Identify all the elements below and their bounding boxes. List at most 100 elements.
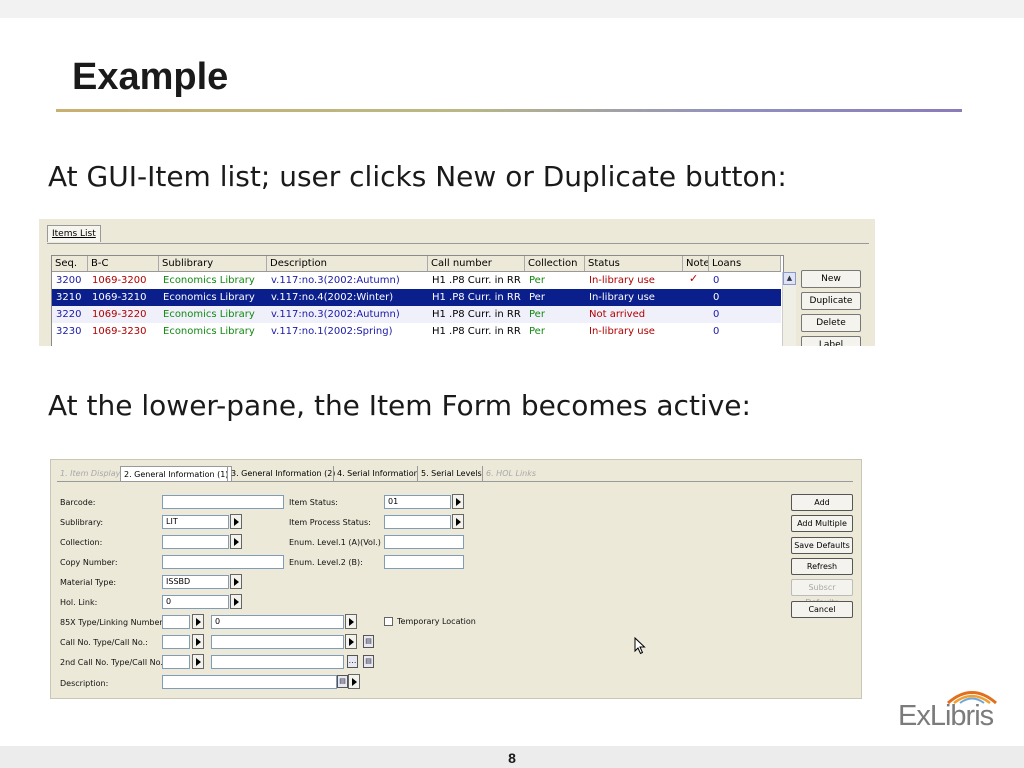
tab-general-info-1[interactable]: 2. General Information (1) <box>120 466 233 482</box>
material-type-label: Material Type: <box>60 578 117 587</box>
copy-number-field[interactable] <box>162 555 284 569</box>
collection-arrow-icon[interactable] <box>230 534 242 549</box>
add-button[interactable]: Add <box>791 494 853 511</box>
linking-number-field[interactable]: 0 <box>211 615 344 629</box>
temporary-location-checkbox[interactable] <box>384 617 393 626</box>
cell-sublibrary: Economics Library <box>163 275 255 286</box>
cell-description: v.117:no.1(2002:Spring) <box>271 326 393 337</box>
table-row[interactable]: 3200 1069-3200 Economics Library v.117:n… <box>52 272 781 289</box>
item-status-arrow-icon[interactable] <box>452 494 464 509</box>
cell-bc: 1069-3220 <box>92 309 147 320</box>
temporary-location-label: Temporary Location <box>397 617 476 626</box>
table-row-selected[interactable]: 3210 1069-3210 Economics Library v.117:n… <box>52 289 781 306</box>
cell-call-number: H1 .P8 Curr. in RR <box>432 309 521 320</box>
col-description[interactable]: Description <box>267 256 428 271</box>
call-no-type-field[interactable] <box>162 635 190 649</box>
collection-label: Collection: <box>60 538 103 547</box>
col-status[interactable]: Status <box>585 256 683 271</box>
call-no-type-arrow-icon[interactable] <box>192 634 204 649</box>
item-process-status-arrow-icon[interactable] <box>452 514 464 529</box>
linking-number-arrow-icon[interactable] <box>345 614 357 629</box>
call-no-label: Call No. Type/Call No.: <box>60 638 148 647</box>
call-no-2-type-field[interactable] <box>162 655 190 669</box>
tab-general-info-2[interactable]: 3. General Information (2) <box>227 466 338 481</box>
col-seq[interactable]: Seq. <box>52 256 88 271</box>
item-process-status-label: Item Process Status: <box>289 518 371 527</box>
subscr-defaults-button: Subscr Defaults <box>791 579 853 607</box>
tab-serial-levels[interactable]: 5. Serial Levels <box>417 466 485 481</box>
col-loans[interactable]: Loans <box>709 256 781 271</box>
sublibrary-field[interactable]: LIT <box>162 515 229 529</box>
ellipsis-icon[interactable]: … <box>347 655 358 668</box>
item-status-field[interactable]: 01 <box>384 495 451 509</box>
new-button[interactable]: New <box>801 270 861 288</box>
cell-bc: 1069-3230 <box>92 326 147 337</box>
col-bc[interactable]: B-C <box>88 256 159 271</box>
type-85x-field[interactable] <box>162 615 190 629</box>
enum-level-2-field[interactable] <box>384 555 464 569</box>
enum-level-1-field[interactable] <box>384 535 464 549</box>
label-button[interactable]: Label <box>801 336 861 346</box>
col-note[interactable]: Note <box>683 256 709 271</box>
hol-link-field[interactable]: 0 <box>162 595 229 609</box>
cell-note <box>683 323 709 340</box>
call-no-2-field[interactable] <box>211 655 344 669</box>
call-no-form-icon[interactable]: ▤ <box>363 635 374 648</box>
description-arrow-icon[interactable] <box>348 674 360 689</box>
scroll-up-icon[interactable]: ▲ <box>783 272 796 285</box>
call-no-field[interactable] <box>211 635 344 649</box>
item-form-window: 1. Item Display 2. General Information (… <box>50 459 862 699</box>
table-row[interactable]: 3220 1069-3220 Economics Library v.117:n… <box>52 306 781 323</box>
collection-field[interactable] <box>162 535 229 549</box>
top-band <box>0 0 1024 18</box>
cell-sublibrary: Economics Library <box>163 292 255 303</box>
hol-link-arrow-icon[interactable] <box>230 594 242 609</box>
enum-level-1-label: Enum. Level.1 (A)(Vol.) <box>289 538 381 547</box>
sublibrary-arrow-icon[interactable] <box>230 514 242 529</box>
cell-bc: 1069-3200 <box>92 275 147 286</box>
cell-seq: 3230 <box>56 326 82 337</box>
item-process-status-field[interactable] <box>384 515 451 529</box>
col-collection[interactable]: Collection <box>525 256 585 271</box>
cell-call-number: H1 .P8 Curr. in RR <box>432 275 521 286</box>
call-no-arrow-icon[interactable] <box>345 634 357 649</box>
duplicate-button[interactable]: Duplicate <box>801 292 861 310</box>
save-defaults-button[interactable]: Save Defaults <box>791 537 853 554</box>
item-status-label: Item Status: <box>289 498 338 507</box>
instruction-text-2: At the lower-pane, the Item Form becomes… <box>48 389 751 422</box>
cell-loans: 0 <box>713 275 720 286</box>
cell-description: v.117:no.3(2002:Autumn) <box>271 309 400 320</box>
description-label: Description: <box>60 679 109 688</box>
material-type-arrow-icon[interactable] <box>230 574 242 589</box>
cell-note <box>683 306 709 323</box>
grid-scrollbar[interactable]: ▲ <box>782 272 796 346</box>
material-type-field[interactable]: ISSBD <box>162 575 229 589</box>
tab-items-list[interactable]: Items List <box>47 225 101 242</box>
cell-loans: 0 <box>713 326 720 337</box>
refresh-button[interactable]: Refresh <box>791 558 853 575</box>
table-row[interactable]: 3230 1069-3230 Economics Library v.117:n… <box>52 323 781 340</box>
type-85x-label: 85X Type/Linking Number: <box>60 618 166 627</box>
cell-loans: 0 <box>713 309 720 320</box>
hol-link-label: Hol. Link: <box>60 598 98 607</box>
items-grid[interactable]: Seq. B-C Sublibrary Description Call num… <box>51 255 784 346</box>
description-field[interactable] <box>162 675 337 689</box>
cell-collection: Per <box>529 275 545 286</box>
cell-description: v.117:no.3(2002:Autumn) <box>271 275 400 286</box>
exlibris-logo: ExLibris <box>898 688 1006 732</box>
col-call-number[interactable]: Call number <box>428 256 525 271</box>
cell-status: In-library use <box>589 292 655 303</box>
barcode-label: Barcode: <box>60 498 96 507</box>
col-sublibrary[interactable]: Sublibrary <box>159 256 267 271</box>
cancel-button[interactable]: Cancel <box>791 601 853 618</box>
tab-serial-information[interactable]: 4. Serial Information <box>333 466 422 481</box>
call-no-2-label: 2nd Call No. Type/Call No.: <box>60 658 166 667</box>
barcode-field[interactable] <box>162 495 284 509</box>
cell-status: In-library use <box>589 326 655 337</box>
type-85x-arrow-icon[interactable] <box>192 614 204 629</box>
call-no-2-form-icon[interactable]: ▤ <box>363 655 374 668</box>
delete-button[interactable]: Delete <box>801 314 861 332</box>
add-multiple-button[interactable]: Add Multiple <box>791 515 853 532</box>
call-no-2-type-arrow-icon[interactable] <box>192 654 204 669</box>
description-form-icon[interactable]: ▤ <box>337 675 348 688</box>
